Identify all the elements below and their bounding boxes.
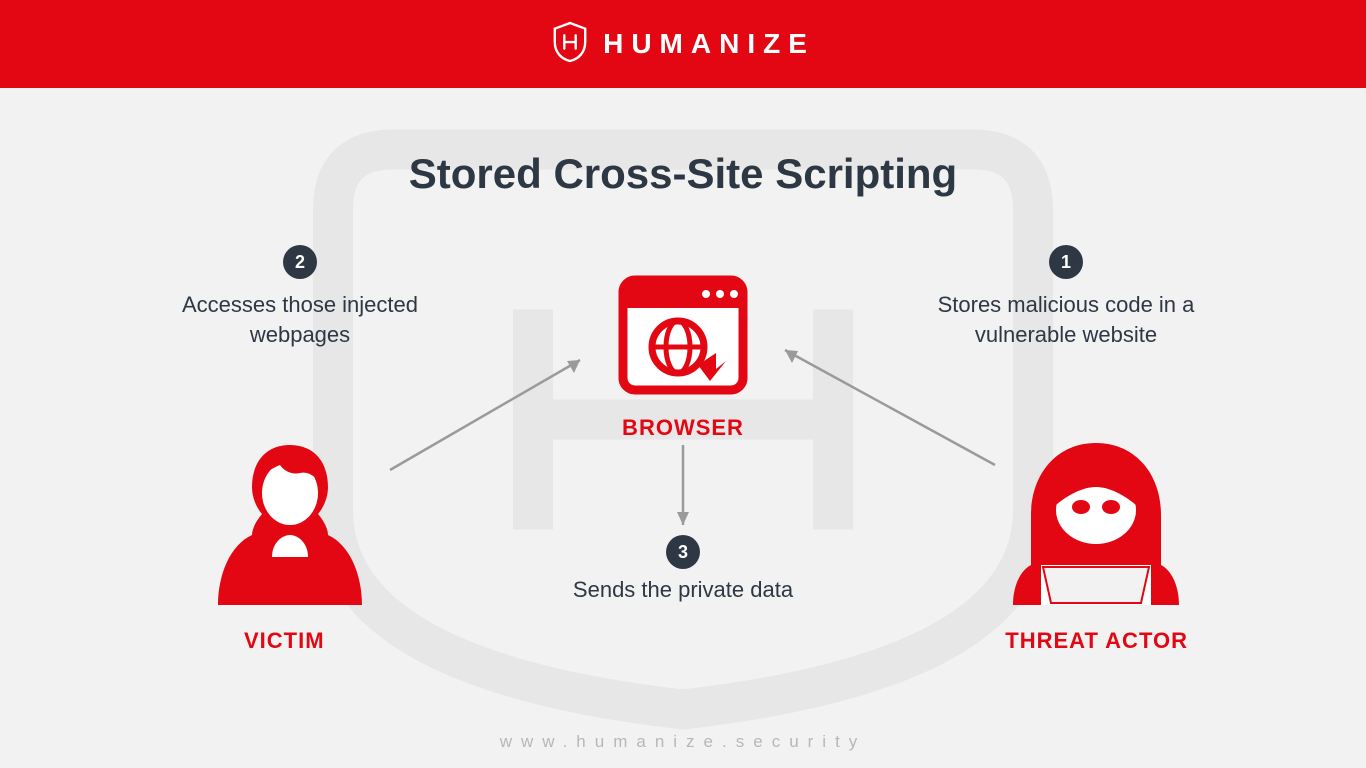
step-3-badge: 3 — [666, 535, 700, 569]
header-bar: HUMANIZE — [0, 0, 1366, 88]
step-2-description: Accesses those injected webpages — [170, 290, 430, 349]
threat-actor-icon — [1001, 435, 1191, 620]
step-3-number: 3 — [678, 542, 688, 563]
shield-logo-icon — [551, 21, 589, 68]
diagram-title: Stored Cross-Site Scripting — [0, 150, 1366, 198]
victim-icon — [210, 435, 370, 620]
victim-label: VICTIM — [244, 628, 325, 654]
diagram-area: 2 Accesses those injected webpages 1 Sto… — [0, 210, 1366, 730]
step-1-badge: 1 — [1049, 245, 1083, 279]
browser-label: BROWSER — [622, 415, 744, 441]
step-1-number: 1 — [1061, 252, 1071, 273]
footer-url: www.humanize.security — [0, 732, 1366, 752]
brand-name: HUMANIZE — [603, 28, 815, 60]
browser-icon — [608, 265, 758, 420]
step-2-number: 2 — [295, 252, 305, 273]
threat-actor-label: THREAT ACTOR — [1005, 628, 1188, 654]
step-1-description: Stores malicious code in a vulnerable we… — [916, 290, 1216, 349]
step-2-badge: 2 — [283, 245, 317, 279]
step-3-description: Sends the private data — [533, 575, 833, 605]
